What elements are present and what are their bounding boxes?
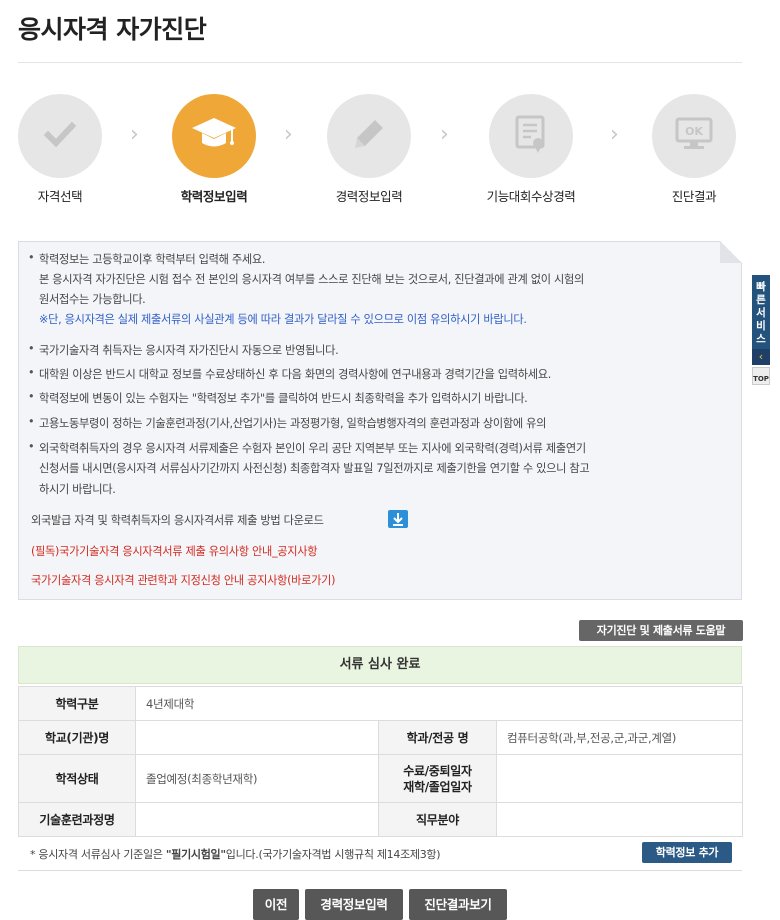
footnote-suffix: 입니다.(국가기술자격법 시행규칙 제14조제3항) bbox=[225, 848, 441, 861]
footnote-prefix: * 응시자격 서류심사 기준일은 bbox=[30, 848, 166, 861]
major-label: 학과/전공 명 bbox=[378, 720, 497, 755]
checkmark-icon bbox=[42, 116, 78, 156]
academic-status-label: 학적상태 bbox=[18, 754, 136, 803]
download-guide-link[interactable]: 외국발급 자격 및 학력취득자의 응시자격서류 제출 방법 다운로드 bbox=[31, 512, 324, 528]
notice-line: 학력정보는 고등학교이후 학력부터 입력해 주세요. bbox=[28, 251, 265, 267]
school-name-label: 학교(기관)명 bbox=[18, 720, 136, 755]
chevron-right-icon: › bbox=[440, 122, 449, 147]
education-info-table: 학력구분 4년제대학 학교(기관)명 학과/전공 명 컴퓨터공학(과,부,전공,… bbox=[18, 686, 744, 837]
svg-text:OK: OK bbox=[685, 125, 703, 138]
table-row: 학력구분 4년제대학 bbox=[18, 686, 744, 721]
step-label-result: 진단결과 bbox=[671, 189, 717, 204]
graduation-cap-icon bbox=[190, 114, 238, 158]
graduation-date-label: 재학/졸업일자 bbox=[403, 779, 472, 794]
table-row: 학적상태 졸업예정(최종학년재학) 수료/중퇴일자 재학/졸업일자 bbox=[18, 754, 744, 803]
next-career-button[interactable]: 경력정보입력 bbox=[305, 889, 403, 920]
ok-monitor-icon: OK bbox=[674, 116, 714, 156]
completion-date-label: 수료/중퇴일자 bbox=[403, 763, 472, 778]
view-result-button[interactable]: 진단결과보기 bbox=[409, 889, 507, 920]
notice-line: 하시기 바랍니다. bbox=[39, 483, 116, 496]
notice-line: 국가기술자격 취득자는 응시자격 자가진단시 자동으로 반영됩니다. bbox=[28, 342, 339, 358]
table-row: 기술훈련과정명 직무분야 bbox=[18, 802, 744, 837]
education-type-value: 4년제대학 bbox=[134, 686, 744, 721]
training-course-label: 기술훈련과정명 bbox=[18, 802, 136, 837]
help-button[interactable]: 자기진단 및 제출서류 도움말 bbox=[579, 620, 743, 641]
title-divider bbox=[18, 62, 742, 63]
criteria-footnote: * 응시자격 서류심사 기준일은 "필기시험일"입니다.(국가기술자격법 시행규… bbox=[30, 846, 441, 862]
step-circle-qualification bbox=[18, 94, 102, 178]
step-label-awards: 기능대회수상경력 bbox=[486, 189, 576, 204]
job-field-label: 직무분야 bbox=[378, 802, 497, 837]
certificate-icon bbox=[513, 114, 549, 158]
pencil-icon bbox=[351, 116, 387, 156]
notice-line: 고용노동부령이 정하는 기술훈련과정(기사,산업기사)는 과정평가형, 일학습병… bbox=[28, 415, 546, 431]
date-value bbox=[495, 754, 744, 803]
academic-status-value: 졸업예정(최종학년재학) bbox=[135, 754, 379, 803]
page-title: 응시자격 자가진단 bbox=[18, 15, 207, 44]
step-label-education: 학력정보입력 bbox=[180, 189, 248, 204]
table-bottom-divider bbox=[18, 870, 742, 871]
review-status: 서류 심사 완료 bbox=[18, 646, 742, 684]
step-label-qualification: 자격선택 bbox=[37, 189, 83, 204]
job-field-value bbox=[495, 802, 744, 837]
step-label-career: 경력정보입력 bbox=[335, 189, 403, 204]
notice-line: 신청서를 내시면(응시자격 서류심사기간까지 사전신청) 최종합격자 발표일 7… bbox=[39, 462, 590, 475]
major-value: 컴퓨터공학(과,부,전공,군,과군,계열) bbox=[495, 720, 744, 755]
add-education-button[interactable]: 학력정보 추가 bbox=[642, 842, 732, 863]
step-circle-education bbox=[172, 94, 256, 178]
notice-line: 대학원 이상은 반드시 대학교 정보를 수료상태하신 후 다음 화면의 경력사항… bbox=[28, 366, 551, 382]
chevron-left-icon[interactable]: ‹ bbox=[752, 349, 770, 365]
scroll-top-button[interactable]: TOP bbox=[752, 367, 770, 385]
notice-line: 원서접수는 가능합니다. bbox=[39, 293, 146, 306]
footnote-emphasis: "필기시험일" bbox=[165, 848, 226, 861]
page-fold-corner bbox=[720, 241, 742, 263]
chevron-right-icon: › bbox=[284, 122, 293, 147]
download-icon[interactable] bbox=[388, 510, 408, 528]
training-course-value bbox=[135, 802, 379, 837]
chevron-right-icon: › bbox=[610, 122, 619, 147]
notice-warning: ※단, 응시자격은 실제 제출서류의 사실관계 등에 따라 결과가 달라질 수 … bbox=[39, 313, 527, 326]
step-circle-awards bbox=[489, 94, 573, 178]
notice-line: 학력정보에 변동이 있는 수험자는 "학력정보 추가"를 클릭하여 반드시 최종… bbox=[28, 390, 528, 406]
notice-department-link[interactable]: 국가기술자격 응시자격 관련학과 지정신청 안내 공지사항(바로가기) bbox=[31, 572, 336, 588]
step-circle-result: OK bbox=[652, 94, 736, 178]
table-row: 학교(기관)명 학과/전공 명 컴퓨터공학(과,부,전공,군,과군,계열) bbox=[18, 720, 744, 755]
school-name-value bbox=[135, 720, 379, 755]
notice-required-link[interactable]: (필독)국가기술자격 응시자격서류 제출 유의사항 안내_공지사항 bbox=[31, 543, 318, 559]
notice-line: 본 응시자격 자가진단은 시험 접수 전 본인의 응시자격 여부를 스스로 진단… bbox=[39, 273, 584, 286]
notice-box: 학력정보는 고등학교이후 학력부터 입력해 주세요. 본 응시자격 자가진단은 … bbox=[18, 241, 742, 600]
chevron-right-icon: › bbox=[130, 122, 139, 147]
step-circle-career bbox=[327, 94, 411, 178]
education-type-label: 학력구분 bbox=[18, 686, 136, 721]
date-label: 수료/중퇴일자 재학/졸업일자 bbox=[378, 754, 497, 803]
notice-line: 외국학력취득자의 경우 응시자격 서류제출은 수험자 본인이 우리 공단 지역본… bbox=[28, 440, 586, 456]
prev-button[interactable]: 이전 bbox=[253, 889, 299, 920]
